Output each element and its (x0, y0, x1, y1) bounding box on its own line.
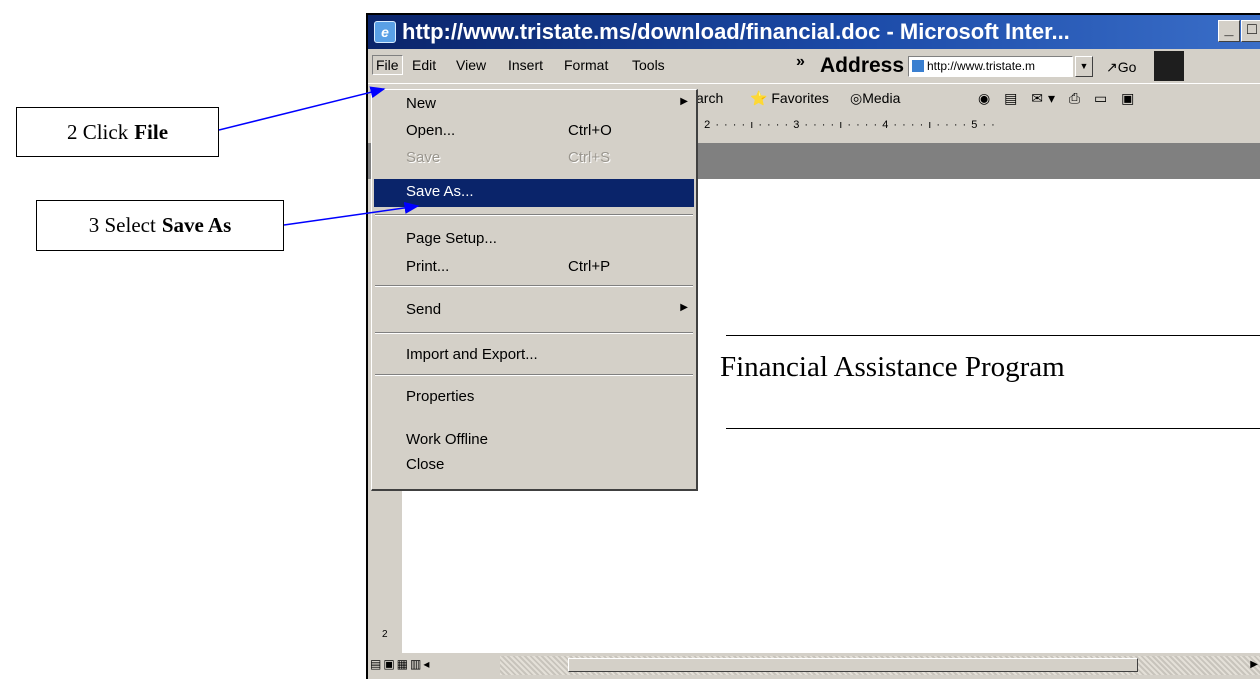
ruler-marks: · · · 2 · · · · ı · · · · 3 · · · · ı · … (678, 119, 996, 131)
menu-separator (375, 285, 693, 287)
address-dropdown-icon[interactable]: ▼ (1075, 56, 1093, 77)
menu-item-label: Page Setup... (406, 230, 497, 247)
heading-rule-bottom (726, 428, 1260, 429)
media-icon: ◎ (850, 90, 863, 106)
media-button[interactable]: ◎Media (850, 90, 900, 107)
callout-step-3: 3 Select Save As (36, 200, 284, 251)
vruler-mark: 2 (382, 629, 388, 640)
menu-item-label: Print... (406, 258, 450, 275)
arrow-to-file (218, 86, 386, 131)
status-bar: ▤▣▦▥◂ ▶ (368, 653, 1260, 679)
menu-item-print[interactable]: Print... Ctrl+P (372, 255, 696, 281)
favorites-label: Favorites (771, 90, 829, 106)
scroll-right-icon[interactable]: ▶ (1250, 659, 1258, 670)
menu-item-work-offline[interactable]: Work Offline (372, 428, 696, 454)
menu-bar: File Edit View Insert Format Tools » Add… (368, 51, 1260, 81)
menu-item-label: Save (406, 149, 441, 166)
submenu-arrow-icon: ▶ (680, 96, 688, 107)
menu-item-label: Work Offline (406, 431, 488, 448)
windows-logo-icon (1154, 51, 1184, 81)
window-title: http://www.tristate.ms/download/financia… (402, 19, 1070, 44)
menu-item-page-setup[interactable]: Page Setup... (372, 227, 696, 253)
callout-step-3-text: 3 Select (88, 213, 156, 237)
heading-rule-top (726, 335, 1260, 336)
menu-separator (375, 332, 693, 334)
menu-item-properties[interactable]: Properties (372, 385, 696, 411)
favorites-icon: ⭐ (750, 90, 768, 106)
media-label: Media (862, 90, 901, 106)
menu-view[interactable]: View (456, 57, 486, 73)
menu-item-label: Save As... (406, 183, 474, 200)
submenu-arrow-icon: ▶ (680, 302, 688, 313)
file-menu: New ▶ Open... Ctrl+O Save Ctrl+S Save As… (371, 89, 698, 491)
address-value: http://www.tristate.m (927, 59, 1036, 73)
scroll-thumb[interactable] (568, 658, 1138, 672)
callout-step-2-bold: File (134, 119, 169, 144)
title-bar: e http://www.tristate.ms/download/financ… (368, 15, 1260, 49)
view-buttons[interactable]: ▤▣▦▥◂ (370, 657, 431, 671)
go-label: Go (1117, 59, 1137, 75)
menu-item-import-export[interactable]: Import and Export... (372, 343, 696, 369)
toolbar-icons[interactable]: ◉ ▤ ✉▾ ⎙ ▭ ▣ (978, 90, 1139, 107)
go-button[interactable]: ↗Go (1106, 59, 1136, 76)
menu-item-label: Properties (406, 388, 475, 405)
chevron-icon[interactable]: » (796, 53, 805, 71)
address-input[interactable]: http://www.tristate.m (908, 56, 1073, 77)
menu-item-shortcut: Ctrl+P (568, 258, 611, 275)
menu-item-label: Close (406, 456, 445, 473)
menu-item-label: New (406, 95, 437, 112)
callout-step-2: 2 Click File (16, 107, 219, 157)
callout-step-3-bold: Save As (161, 213, 232, 237)
ie-icon: e (374, 21, 396, 43)
menu-item-save: Save Ctrl+S (372, 146, 696, 172)
callout-step-2-text: 2 Click (66, 119, 129, 144)
menu-item-label: Send (406, 301, 442, 318)
menu-item-label: Open... (406, 122, 456, 139)
menu-item-shortcut: Ctrl+O (568, 122, 612, 139)
search-button[interactable]: arch (696, 90, 723, 106)
menu-separator (375, 214, 693, 216)
menu-item-open[interactable]: Open... Ctrl+O (372, 119, 696, 145)
document-heading: Financial Assistance Program (720, 351, 1065, 383)
menu-insert[interactable]: Insert (508, 57, 543, 73)
menu-format[interactable]: Format (564, 57, 608, 73)
menu-item-save-as[interactable]: Save As... (374, 179, 694, 207)
menu-edit[interactable]: Edit (412, 57, 436, 73)
menu-file[interactable]: File (372, 55, 403, 75)
favorites-button[interactable]: ⭐ Favorites (750, 90, 829, 107)
horizontal-scrollbar[interactable]: ▶ (500, 656, 1260, 675)
address-label: Address (820, 54, 905, 77)
maximize-button[interactable]: □ (1241, 20, 1260, 42)
menu-item-new[interactable]: New ▶ (372, 92, 696, 118)
menu-item-shortcut: Ctrl+S (568, 149, 611, 166)
menu-item-close[interactable]: Close (372, 453, 696, 479)
go-arrow-icon: ↗ (1106, 59, 1118, 75)
menu-item-label: Import and Export... (406, 346, 538, 363)
menu-separator (375, 374, 693, 376)
menu-tools[interactable]: Tools (632, 57, 665, 73)
menu-item-send[interactable]: Send ▶ (372, 298, 696, 324)
minimize-button[interactable]: _ (1218, 20, 1240, 42)
page-icon (912, 60, 924, 72)
